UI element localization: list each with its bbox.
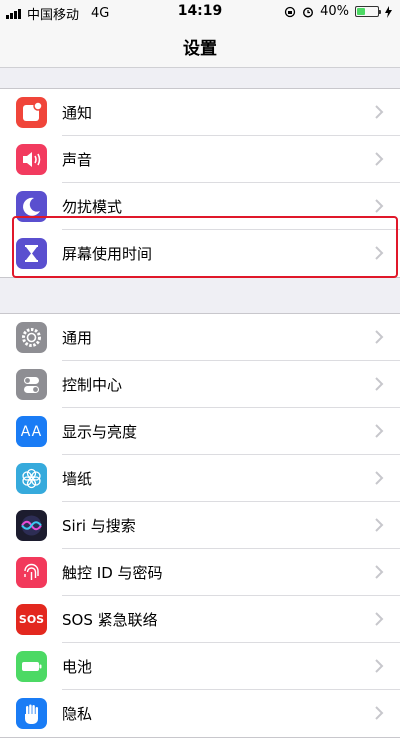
status-bar: 中国移动 4G 14:19 40% [0,0,400,24]
row-label: 触控 ID 与密码 [62,564,163,582]
chevron-right-icon [375,471,384,485]
row-label: 显示与亮度 [62,423,138,441]
navigation-bar: 设置 [0,24,400,68]
chevron-right-icon [375,105,384,119]
row-label: 声音 [62,151,93,169]
chevron-right-icon [375,199,384,213]
hand-icon [16,698,47,729]
settings-row-emergency-sos[interactable]: SOS SOS 紧急联络 [0,596,400,643]
toggle-icon [16,369,47,400]
highlight-box [12,216,398,278]
siri-icon [16,510,47,541]
chevron-right-icon [375,518,384,532]
chevron-right-icon [375,424,384,438]
alarm-icon [303,6,314,18]
row-label: SOS 紧急联络 [62,611,158,629]
sos-icon-text: SOS [18,613,45,626]
battery-percent: 40% [320,4,349,19]
sos-icon: SOS [16,604,47,635]
chevron-right-icon [375,152,384,166]
chevron-right-icon [375,612,384,626]
chevron-right-icon [375,659,384,673]
settings-row-notifications[interactable]: 通知 [0,89,400,136]
row-label: 通用 [62,329,93,347]
row-label: 隐私 [62,705,93,723]
settings-row-wallpaper[interactable]: 墙纸 [0,455,400,502]
battery-icon [16,651,47,682]
chevron-right-icon [375,565,384,579]
sounds-icon [16,144,47,175]
flower-icon [16,463,47,494]
row-label: 通知 [62,104,93,122]
display-aa-icon: AA [16,416,47,447]
settings-row-battery[interactable]: 电池 [0,643,400,690]
row-label: 墙纸 [62,470,93,488]
settings-row-privacy[interactable]: 隐私 [0,690,400,737]
settings-row-general[interactable]: 通用 [0,314,400,361]
settings-row-display-brightness[interactable]: AA 显示与亮度 [0,408,400,455]
fingerprint-icon [16,557,47,588]
row-label: 勿扰模式 [62,198,123,216]
settings-group-2: 通用 控制中心 AA 显示与亮度 墙纸 Siri 与搜索 触控 ID 与密码 S… [0,313,400,738]
rotation-lock-icon [284,6,296,17]
chevron-right-icon [375,377,384,391]
settings-row-siri-search[interactable]: Siri 与搜索 [0,502,400,549]
row-label: 控制中心 [62,376,123,394]
row-label: 电池 [62,658,93,676]
battery-indicator-icon [355,6,381,17]
settings-row-sounds[interactable]: 声音 [0,136,400,183]
row-label: Siri 与搜索 [62,517,136,535]
notifications-icon [16,97,47,128]
gear-icon [16,322,47,353]
settings-row-touch-id-passcode[interactable]: 触控 ID 与密码 [0,549,400,596]
charging-bolt-icon [385,5,392,18]
display-icon-text: AA [20,423,43,440]
settings-row-control-center[interactable]: 控制中心 [0,361,400,408]
chevron-right-icon [375,330,384,344]
chevron-right-icon [375,706,384,720]
page-title: 设置 [183,39,217,59]
